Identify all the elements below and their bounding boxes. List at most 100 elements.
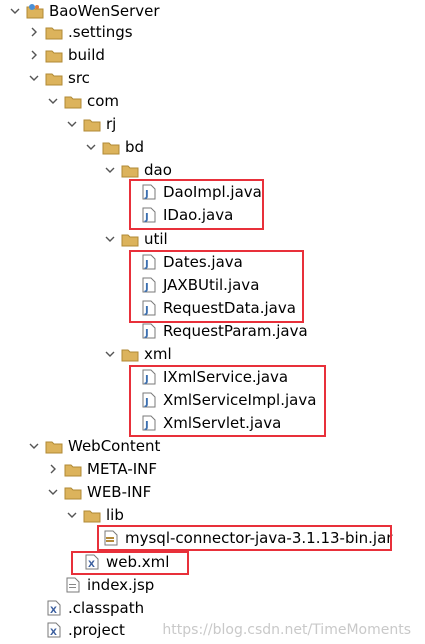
chevron-down-icon[interactable] bbox=[46, 488, 60, 496]
tree-item-label: bd bbox=[125, 138, 145, 156]
tree-item-label: index.jsp bbox=[87, 576, 155, 594]
xml-file-icon: X bbox=[83, 554, 101, 570]
tree-item[interactable]: rj bbox=[65, 113, 116, 135]
tree-item[interactable]: X .classpath bbox=[27, 597, 144, 619]
tree-item-label: mysql-connector-java-3.1.13-bin.jar bbox=[125, 529, 393, 547]
folder-icon bbox=[121, 162, 139, 178]
folder-icon bbox=[45, 47, 63, 63]
xml-file-icon: X bbox=[45, 622, 63, 638]
chevron-down-icon[interactable] bbox=[8, 7, 22, 15]
watermark-text: https://blog.csdn.net/TimeMoments bbox=[162, 622, 411, 638]
folder-icon bbox=[45, 438, 63, 454]
svg-text:J: J bbox=[144, 259, 149, 270]
tree-item[interactable]: J XmlServlet.java bbox=[122, 412, 281, 434]
tree-item-label: JAXBUtil.java bbox=[163, 276, 260, 294]
folder-icon bbox=[83, 116, 101, 132]
tree-item-label: BaoWenServer bbox=[49, 2, 160, 20]
svg-text:X: X bbox=[50, 628, 57, 638]
xml-file-icon: X bbox=[45, 600, 63, 616]
java-file-icon: J bbox=[140, 392, 158, 408]
tree-item[interactable]: dao bbox=[103, 159, 172, 181]
tree-item[interactable]: build bbox=[27, 44, 105, 66]
tree-item-label: .project bbox=[68, 621, 125, 639]
tree-item[interactable]: bd bbox=[84, 136, 144, 158]
jsp-file-icon bbox=[64, 577, 82, 593]
java-file-icon: J bbox=[140, 323, 158, 339]
tree-item[interactable]: BaoWenServer bbox=[8, 0, 160, 22]
tree-item-label: web.xml bbox=[106, 553, 170, 571]
chevron-down-icon[interactable] bbox=[27, 442, 41, 450]
tree-item[interactable]: util bbox=[103, 228, 168, 250]
tree-item[interactable]: J IXmlService.java bbox=[122, 366, 288, 388]
java-file-icon: J bbox=[140, 184, 158, 200]
chevron-down-icon[interactable] bbox=[84, 143, 98, 151]
svg-text:X: X bbox=[50, 606, 57, 616]
svg-text:J: J bbox=[144, 420, 149, 431]
svg-text:J: J bbox=[144, 374, 149, 385]
tree-item[interactable]: J XmlServiceImpl.java bbox=[122, 389, 316, 411]
java-file-icon: J bbox=[140, 300, 158, 316]
tree-item[interactable]: WEB-INF bbox=[46, 481, 151, 503]
chevron-down-icon[interactable] bbox=[103, 350, 117, 358]
tree-item-label: .classpath bbox=[68, 599, 145, 617]
tree-item-label: RequestParam.java bbox=[163, 322, 308, 340]
java-file-icon: J bbox=[140, 415, 158, 431]
chevron-right-icon[interactable] bbox=[46, 464, 60, 474]
tree-item[interactable]: xml bbox=[103, 343, 172, 365]
tree-item[interactable]: META-INF bbox=[46, 458, 157, 480]
tree-item-label: src bbox=[68, 69, 90, 87]
tree-item-label: util bbox=[144, 230, 168, 248]
tree-item-label: WEB-INF bbox=[87, 483, 152, 501]
tree-item[interactable]: Xweb.xml bbox=[65, 551, 169, 573]
tree-item[interactable]: .settings bbox=[27, 21, 133, 43]
chevron-down-icon[interactable] bbox=[103, 235, 117, 243]
chevron-down-icon[interactable] bbox=[27, 74, 41, 82]
folder-icon bbox=[102, 139, 120, 155]
java-file-icon: J bbox=[140, 277, 158, 293]
tree-item-label: IXmlService.java bbox=[163, 368, 289, 386]
tree-item[interactable]: WebContent bbox=[27, 435, 160, 457]
svg-text:J: J bbox=[144, 328, 149, 339]
svg-text:J: J bbox=[144, 282, 149, 293]
tree-item[interactable]: J IDao.java bbox=[122, 204, 233, 226]
tree-item-label: build bbox=[68, 46, 105, 64]
java-file-icon: J bbox=[140, 254, 158, 270]
chevron-down-icon[interactable] bbox=[103, 166, 117, 174]
svg-text:J: J bbox=[144, 212, 149, 223]
folder-icon bbox=[121, 231, 139, 247]
chevron-right-icon[interactable] bbox=[27, 27, 41, 37]
java-file-icon: J bbox=[140, 207, 158, 223]
tree-item-label: RequestData.java bbox=[163, 299, 296, 317]
tree-item[interactable]: X .project bbox=[27, 619, 125, 641]
tree-item[interactable]: J JAXBUtil.java bbox=[122, 274, 259, 296]
tree-item-label: META-INF bbox=[87, 460, 158, 478]
folder-icon bbox=[83, 507, 101, 523]
chevron-down-icon[interactable] bbox=[65, 120, 79, 128]
chevron-down-icon[interactable] bbox=[46, 97, 60, 105]
tree-item-label: WebContent bbox=[68, 437, 161, 455]
tree-item-label: XmlServlet.java bbox=[163, 414, 282, 432]
svg-text:J: J bbox=[144, 189, 149, 200]
folder-icon bbox=[45, 24, 63, 40]
project-icon bbox=[26, 3, 44, 19]
tree-item[interactable]: com bbox=[46, 90, 119, 112]
tree-item-label: XmlServiceImpl.java bbox=[163, 391, 317, 409]
tree-item[interactable]: J RequestData.java bbox=[122, 297, 296, 319]
folder-icon bbox=[64, 93, 82, 109]
tree-item[interactable]: mysql-connector-java-3.1.13-bin.jar bbox=[84, 527, 392, 549]
jar-file-icon bbox=[102, 530, 120, 546]
tree-item[interactable]: J RequestParam.java bbox=[122, 320, 308, 342]
tree-item-label: xml bbox=[144, 345, 172, 363]
tree-item[interactable]: J Dates.java bbox=[122, 251, 243, 273]
svg-text:J: J bbox=[144, 305, 149, 316]
tree-item[interactable]: src bbox=[27, 67, 90, 89]
tree-item[interactable]: lib bbox=[65, 504, 124, 526]
chevron-down-icon[interactable] bbox=[65, 511, 79, 519]
folder-icon bbox=[45, 70, 63, 86]
tree-item[interactable]: J DaoImpl.java bbox=[122, 181, 262, 203]
tree-item[interactable]: index.jsp bbox=[46, 574, 154, 596]
svg-text:J: J bbox=[144, 397, 149, 408]
svg-text:X: X bbox=[88, 560, 95, 570]
folder-icon bbox=[121, 346, 139, 362]
chevron-right-icon[interactable] bbox=[27, 50, 41, 60]
